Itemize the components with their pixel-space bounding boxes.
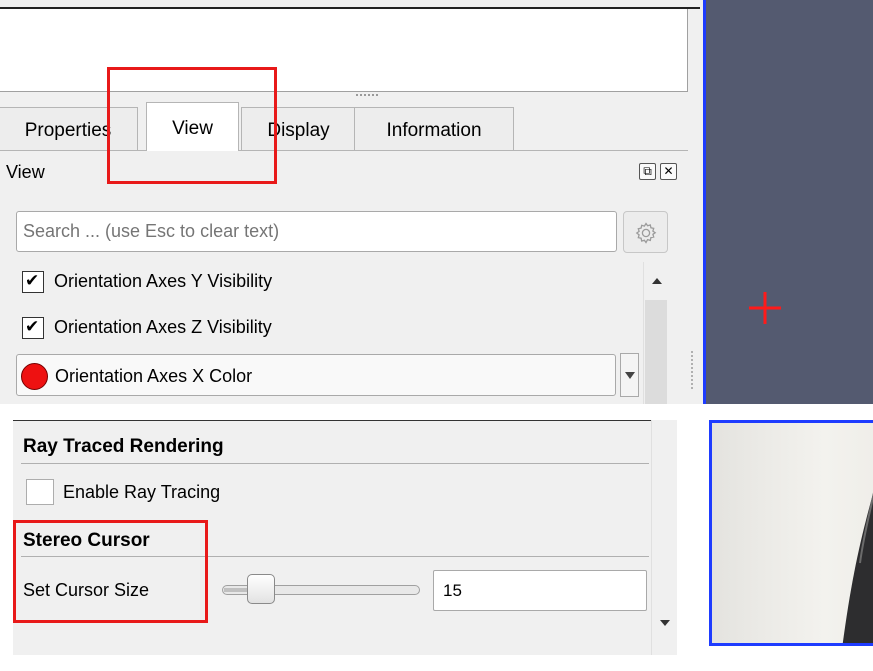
scroll-down-icon[interactable]	[660, 620, 670, 626]
orientation-y-label: Orientation Axes Y Visibility	[54, 271, 273, 291]
orientation-x-color-label: Orientation Axes X Color	[55, 366, 253, 386]
rendered-object	[842, 492, 873, 643]
color-swatch	[21, 363, 48, 390]
close-icon[interactable]: ✕	[660, 163, 677, 180]
render-view[interactable]	[703, 0, 873, 404]
cross-cursor-icon	[749, 292, 781, 324]
float-icon[interactable]: ⧉	[639, 163, 656, 180]
orientation-x-color-button[interactable]: Orientation Axes X Color	[16, 354, 616, 396]
render-view-bottom[interactable]	[709, 420, 873, 646]
cursor-size-slider-handle[interactable]	[247, 574, 275, 604]
scroll-up-icon[interactable]	[652, 278, 662, 284]
tab-information[interactable]: Information	[354, 107, 514, 150]
enable-ray-tracing-label: Enable Ray Tracing	[63, 482, 221, 502]
checkmark-icon: ✔	[25, 317, 40, 336]
gear-icon	[635, 222, 657, 244]
color-dropdown-button[interactable]	[620, 353, 639, 397]
enable-ray-tracing-checkbox[interactable]	[26, 479, 54, 505]
orientation-y-checkbox[interactable]: ✔	[22, 271, 44, 293]
orientation-z-checkbox[interactable]: ✔	[22, 317, 44, 339]
search-settings-button[interactable]	[623, 211, 668, 253]
vertical-splitter-handle[interactable]	[690, 350, 694, 390]
properties-scrollbar-bottom[interactable]	[651, 420, 677, 655]
chevron-down-icon	[625, 372, 635, 379]
scrollbar-thumb[interactable]	[645, 300, 667, 404]
checkmark-icon: ✔	[25, 271, 40, 290]
property-row-orientation-y: ✔ Orientation Axes Y Visibility	[22, 263, 582, 299]
property-row-orientation-z: ✔ Orientation Axes Z Visibility	[22, 309, 582, 345]
highlight-box-stereo-cursor	[13, 520, 208, 623]
section-divider	[21, 463, 649, 464]
horizontal-splitter-handle[interactable]	[355, 93, 379, 97]
properties-panel-top: Properties Display Information View View…	[0, 0, 873, 404]
ray-traced-section-title: Ray Traced Rendering	[23, 436, 224, 457]
view-section-title: View	[6, 162, 45, 182]
tab-bar-baseline	[0, 150, 688, 151]
properties-scrollbar[interactable]	[643, 262, 669, 404]
properties-panel-bottom: Ray Traced Rendering Enable Ray Tracing …	[0, 404, 873, 671]
orientation-z-label: Orientation Axes Z Visibility	[54, 317, 272, 337]
pipeline-browser-area[interactable]	[0, 9, 688, 92]
cursor-size-input[interactable]	[433, 570, 647, 611]
highlight-box-view-tab	[107, 67, 277, 184]
search-input[interactable]	[16, 211, 617, 252]
slider-groove-fill	[224, 588, 249, 592]
